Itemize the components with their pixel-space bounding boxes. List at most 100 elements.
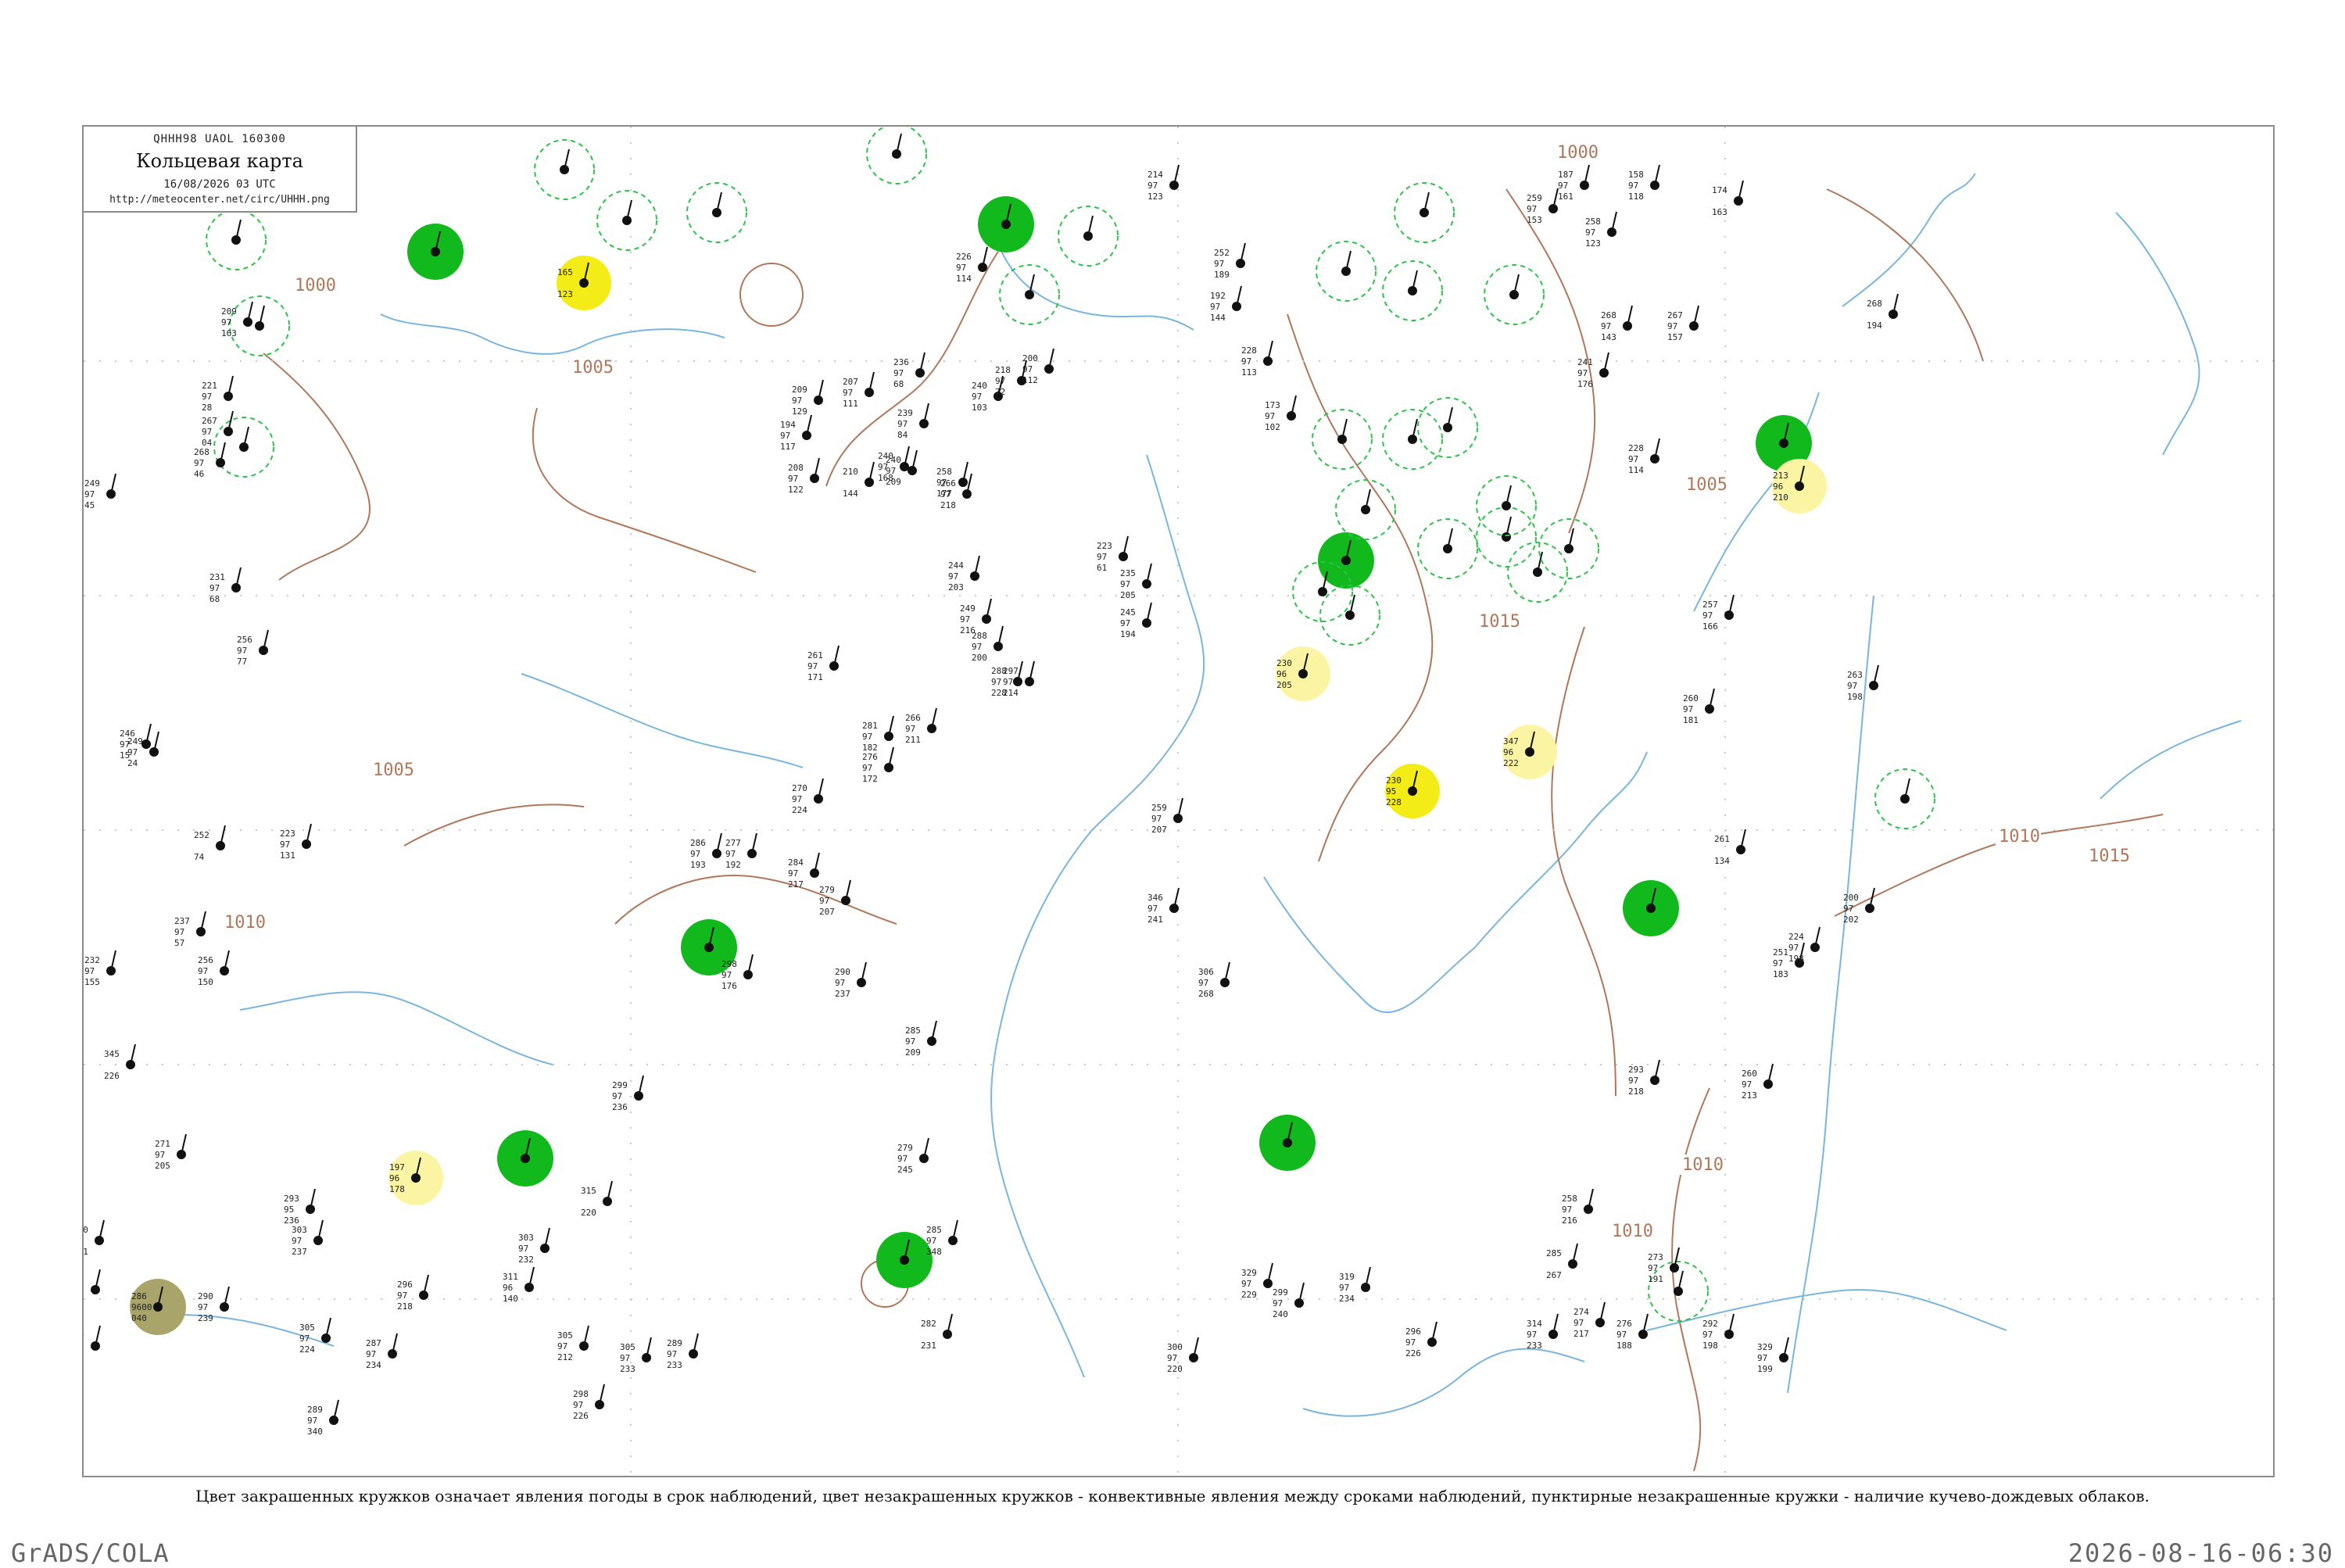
station-plain[interactable]: 23297155 xyxy=(84,950,116,987)
station-plain[interactable]: 29097237 xyxy=(835,961,867,999)
station-plain[interactable]: 28497217 xyxy=(788,852,820,890)
station-plain[interactable]: 29397218 xyxy=(1628,1059,1660,1097)
station-plain[interactable]: 315 220 xyxy=(581,1180,613,1218)
station-plain[interactable]: 29697218 xyxy=(397,1274,429,1312)
station-plain[interactable]: 252 74 xyxy=(194,825,226,862)
station-plain[interactable]: 27997245 xyxy=(897,1137,929,1175)
station-plain[interactable]: 27997207 xyxy=(819,879,851,917)
station-dashed[interactable] xyxy=(1312,409,1373,470)
station-plain[interactable]: 28697193 xyxy=(690,832,722,870)
station-plain[interactable]: 2729713 xyxy=(84,1269,101,1306)
station-plain[interactable]: 20897122 xyxy=(788,457,820,495)
station-plain[interactable]: 2219728 xyxy=(202,375,234,413)
station-plain[interactable]: 26197171 xyxy=(807,645,840,682)
station-plain[interactable]: 32997199 xyxy=(1757,1337,1789,1374)
station-plain[interactable]: 27497217 xyxy=(1573,1301,1606,1339)
station-dashed[interactable] xyxy=(534,139,595,200)
station-plain[interactable]: 25897216 xyxy=(1562,1188,1594,1226)
station-plain[interactable]: 2679704 xyxy=(202,410,234,448)
station-dashed[interactable] xyxy=(1417,518,1478,579)
station-pale-yellow[interactable]: 19796178 xyxy=(388,1151,443,1205)
station-plain[interactable]: 2189772 xyxy=(995,360,1027,397)
station-dashed[interactable] xyxy=(1476,507,1537,567)
station-plain[interactable]: 22397131 xyxy=(280,823,312,861)
station-plain[interactable]: 2319768 xyxy=(209,567,242,604)
station-plain[interactable]: 28197182 xyxy=(862,715,894,753)
station-plain[interactable]: 34697241 xyxy=(1147,887,1180,925)
station-plain[interactable]: 2569777 xyxy=(237,629,269,667)
station-dashed[interactable] xyxy=(1335,479,1396,540)
station-dashed[interactable] xyxy=(1476,475,1537,536)
station-plain[interactable]: 21497123 xyxy=(1147,164,1180,202)
station-filled-green[interactable] xyxy=(1318,532,1374,589)
station-plain[interactable]: 32997229 xyxy=(1241,1262,1273,1300)
station-filled-green[interactable] xyxy=(497,1130,553,1187)
station-plain[interactable]: 28597209 xyxy=(905,1020,937,1058)
station-dashed[interactable] xyxy=(1417,397,1478,458)
station-plain[interactable]: 25997207 xyxy=(1151,797,1183,835)
station-plain[interactable]: 2379757 xyxy=(174,911,206,948)
station-plain[interactable]: 22897113 xyxy=(1241,340,1273,378)
station-dashed[interactable] xyxy=(686,182,747,243)
station-plain[interactable]: 268 194 xyxy=(1867,293,1899,331)
station-dashed[interactable] xyxy=(1507,542,1568,603)
station-filled-green[interactable] xyxy=(1623,880,1679,936)
station-plain[interactable]: 26697218 xyxy=(940,473,972,510)
station-plain[interactable]: 31997234 xyxy=(1339,1266,1371,1304)
station-pale-yellow[interactable]: 23096205 xyxy=(1276,646,1330,701)
station-plain[interactable]: 26097213 xyxy=(1742,1063,1774,1101)
station-plain[interactable]: 30397237 xyxy=(292,1219,324,1257)
station-filled-yellow[interactable]: 165 123 xyxy=(557,256,611,310)
station-plain[interactable]: 30097220 xyxy=(1167,1337,1199,1374)
station-plain[interactable]: 210 144 xyxy=(843,461,875,499)
source-url[interactable]: http://meteocenter.net/circ/UHHH.png xyxy=(84,194,356,206)
station-dashed[interactable] xyxy=(1484,264,1545,325)
station-plain[interactable]: 28597348 xyxy=(926,1219,958,1257)
station-plain[interactable]: 29997236 xyxy=(612,1075,644,1112)
station-plain[interactable]: 25897123 xyxy=(1585,211,1617,249)
station-plain[interactable]: 28797234 xyxy=(366,1333,398,1370)
station-plain[interactable]: 17397102 xyxy=(1265,395,1297,432)
station-plain[interactable]: 30397232 xyxy=(518,1227,550,1265)
station-plain[interactable]: 26797157 xyxy=(1667,305,1699,342)
station-plain[interactable]: 19497117 xyxy=(780,414,812,452)
station-plain[interactable]: 20997129 xyxy=(792,379,824,417)
station-plain[interactable]: 24997216 xyxy=(960,598,992,635)
station-plain[interactable]: 29697226 xyxy=(1405,1321,1437,1359)
station-plain[interactable]: 24597194 xyxy=(1120,602,1152,639)
station-plain[interactable]: 25697150 xyxy=(198,950,230,987)
station-dashed[interactable] xyxy=(1538,518,1599,579)
station-plain[interactable]: 25297189 xyxy=(1214,242,1246,280)
station-plain[interactable]: 26897143 xyxy=(1601,305,1633,342)
station-plain[interactable]: 30097235 xyxy=(84,1325,101,1362)
station-dashed[interactable] xyxy=(596,190,657,251)
station-plain[interactable]: 2399784 xyxy=(897,403,929,440)
station-plain[interactable]: 2689746 xyxy=(194,442,226,479)
station-plain[interactable]: 24197176 xyxy=(1577,352,1609,389)
station-plain[interactable]: 23597205 xyxy=(1120,563,1152,600)
station-plain[interactable]: 26397198 xyxy=(1847,664,1879,702)
station-dashed[interactable] xyxy=(206,209,267,270)
station-plain[interactable]: 25797166 xyxy=(1702,594,1735,632)
station-plain[interactable]: 345 226 xyxy=(104,1044,136,1081)
station-filled-green[interactable] xyxy=(876,1232,933,1288)
station-plain[interactable]: 18797161 xyxy=(1558,164,1590,202)
station-plain[interactable]: 31196140 xyxy=(503,1266,535,1304)
station-dashed[interactable] xyxy=(1394,182,1455,243)
station-plain[interactable]: 27197205 xyxy=(155,1133,187,1171)
station-pale-yellow[interactable]: 34796222 xyxy=(1502,725,1557,779)
station-dashed[interactable] xyxy=(1058,206,1119,267)
station-plain[interactable]: 2239761 xyxy=(1097,535,1129,573)
station-filled-green[interactable] xyxy=(978,196,1034,252)
station-filled-green[interactable] xyxy=(407,224,464,280)
station-dashed[interactable] xyxy=(1319,585,1380,646)
station-plain[interactable]: 261 134 xyxy=(1714,829,1746,866)
station-dashed[interactable] xyxy=(1874,768,1935,829)
station-dashed[interactable] xyxy=(229,295,290,356)
station-plain[interactable]: 30597224 xyxy=(299,1317,331,1355)
station-plain[interactable]: 26097181 xyxy=(1683,688,1715,725)
station-plain[interactable]: 20097112 xyxy=(1022,348,1054,385)
station-plain[interactable]: 27697188 xyxy=(1616,1313,1649,1351)
station-filled-green[interactable] xyxy=(1259,1115,1316,1171)
station-plain[interactable]: 27097224 xyxy=(792,778,824,815)
